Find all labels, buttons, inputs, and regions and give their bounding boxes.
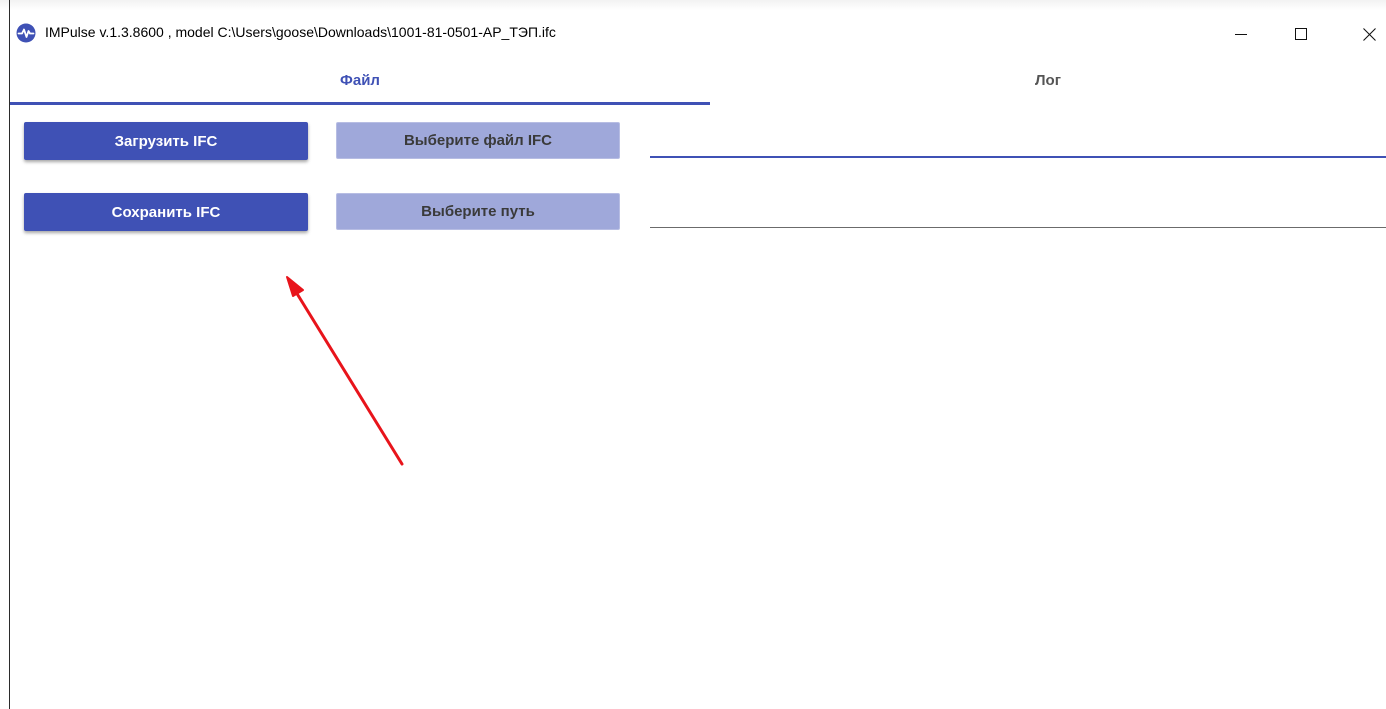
pulse-icon <box>16 23 36 43</box>
save-ifc-label: Сохранить IFC <box>111 203 221 221</box>
window-top-edge <box>0 0 1386 10</box>
save-ifc-button[interactable]: Сохранить IFC <box>24 193 308 231</box>
close-button[interactable] <box>1346 18 1386 50</box>
tab-log-label: Лог <box>1035 71 1061 89</box>
window-left-border <box>9 0 10 709</box>
close-icon <box>1362 27 1376 41</box>
app-window: IMPulse v.1.3.8600 , model C:\Users\goos… <box>0 0 1386 709</box>
choose-ifc-file-button[interactable]: Выберите файл IFC <box>336 122 620 159</box>
maximize-button[interactable] <box>1278 18 1324 50</box>
tab-log[interactable]: Лог <box>710 58 1386 102</box>
load-ifc-label: Загрузить IFC <box>114 132 218 150</box>
maximize-icon <box>1295 28 1307 40</box>
window-title: IMPulse v.1.3.8600 , model C:\Users\goos… <box>45 24 556 40</box>
load-ifc-button[interactable]: Загрузить IFC <box>24 122 308 160</box>
title-bar[interactable]: IMPulse v.1.3.8600 , model C:\Users\goos… <box>10 18 1386 50</box>
annotation-arrow <box>286 276 404 466</box>
active-tab-indicator <box>10 102 710 105</box>
choose-save-path-button[interactable]: Выберите путь <box>336 193 620 230</box>
save-path-field[interactable] <box>650 193 1386 228</box>
ifc-file-path-field[interactable] <box>650 122 1386 158</box>
tab-file[interactable]: Файл <box>10 58 710 102</box>
choose-save-path-label: Выберите путь <box>421 203 535 220</box>
choose-ifc-file-label: Выберите файл IFC <box>403 132 553 149</box>
minimize-button[interactable] <box>1218 18 1264 50</box>
tab-file-label: Файл <box>340 71 380 89</box>
minimize-icon <box>1235 34 1247 35</box>
